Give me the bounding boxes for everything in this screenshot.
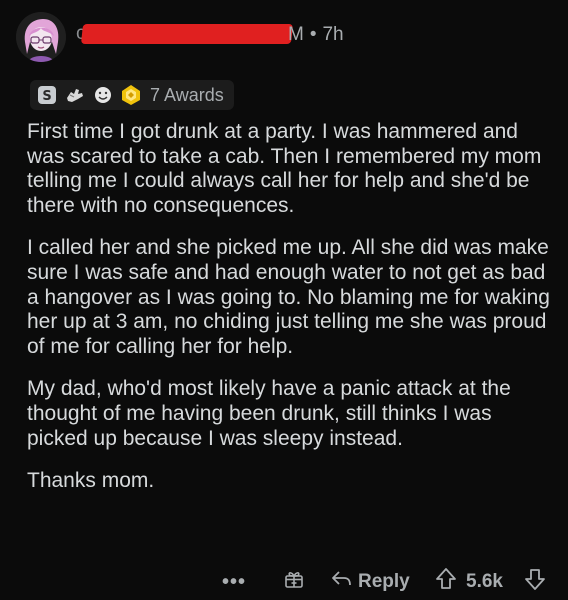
- comment-paragraph: Thanks mom.: [27, 469, 155, 493]
- helpful-hand-award-icon: [64, 84, 86, 106]
- upvote-arrow-icon: [435, 567, 457, 597]
- downvote-arrow-icon: [524, 567, 546, 597]
- downvote-button[interactable]: [524, 566, 546, 598]
- reply-label: Reply: [358, 571, 410, 592]
- comment-actions: ••• Reply 5.6k: [0, 566, 568, 598]
- comment: certified M • 7h S: [0, 0, 568, 600]
- reply-button[interactable]: Reply: [330, 566, 410, 598]
- comment-paragraph: First time I got drunk at a party. I was…: [27, 120, 542, 217]
- comment-paragraph: My dad, who'd most likely have a panic a…: [27, 377, 511, 450]
- more-options-icon: •••: [222, 570, 247, 593]
- give-award-button[interactable]: [283, 566, 305, 598]
- awards-count: 7 Awards: [150, 84, 224, 105]
- user-avatar[interactable]: [16, 12, 66, 62]
- comment-timestamp: 7h: [322, 24, 344, 45]
- reply-icon: [330, 569, 352, 595]
- upvote-button[interactable]: [435, 566, 457, 598]
- svg-text:S: S: [42, 89, 51, 104]
- silver-award-icon: S: [36, 84, 58, 106]
- gold-award-icon: [120, 84, 142, 106]
- more-options-button[interactable]: •••: [222, 566, 246, 598]
- comment-body: First time I got drunk at a party. I was…: [27, 120, 552, 512]
- comment-meta: M • 7h: [288, 24, 344, 46]
- username-redaction: [80, 24, 294, 44]
- comment-paragraph: I called her and she picked me up. All s…: [27, 236, 550, 358]
- gift-icon: [283, 568, 305, 596]
- awards-bar[interactable]: S 7 Awards: [30, 80, 234, 110]
- vote-score-text: 5.6k: [466, 571, 503, 592]
- wholesome-face-award-icon: [92, 84, 114, 106]
- username-tail: M: [288, 24, 304, 45]
- vote-score: 5.6k: [466, 566, 503, 598]
- meta-separator: •: [309, 24, 317, 45]
